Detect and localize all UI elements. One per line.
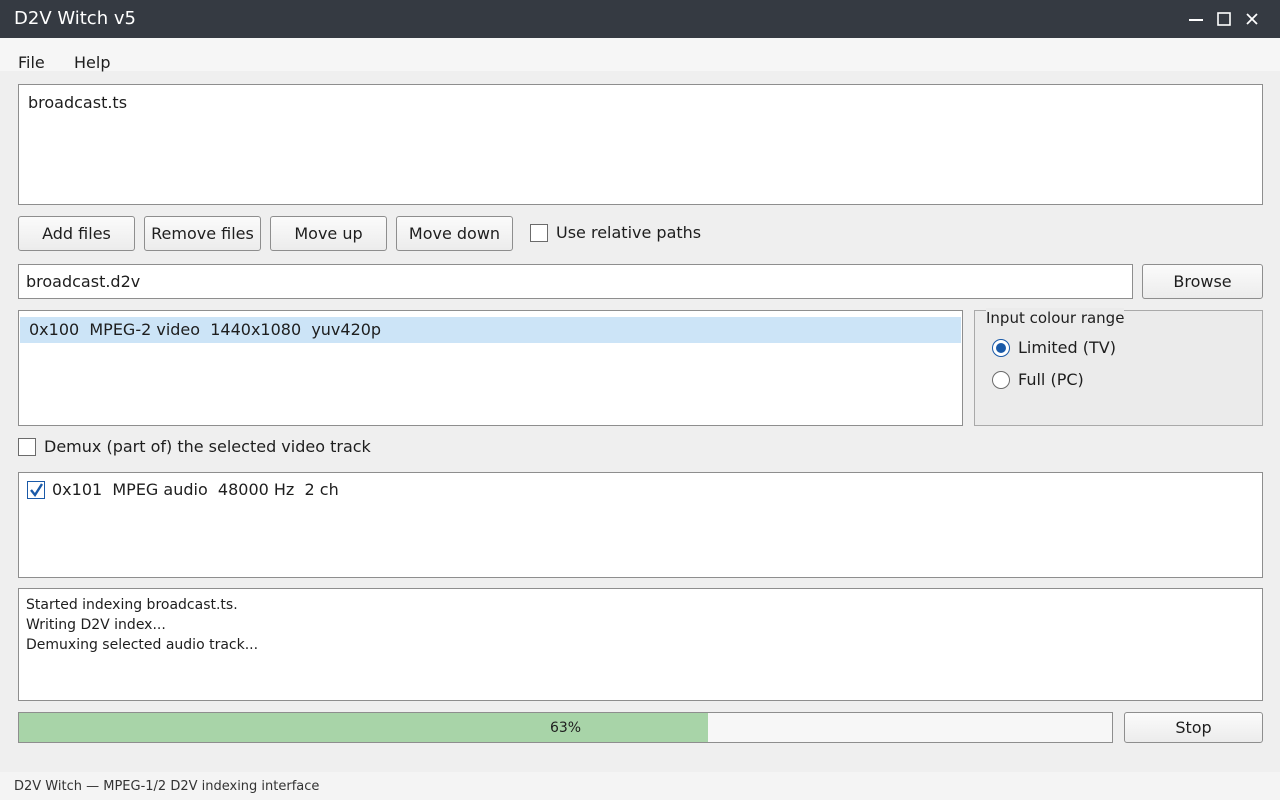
close-icon[interactable]	[1243, 10, 1261, 28]
remove-files-button[interactable]: Remove files	[144, 216, 261, 251]
input-files-list[interactable]: broadcast.ts	[18, 84, 1263, 205]
maximize-icon[interactable]	[1215, 10, 1233, 28]
limited-tv-radio[interactable]	[992, 339, 1010, 357]
progress-label: 63%	[549, 720, 582, 736]
add-files-button[interactable]: Add files	[18, 216, 135, 251]
log-output[interactable]: Started indexing broadcast.ts. Writing D…	[18, 588, 1263, 701]
log-line: Demuxing selected audio track...	[26, 637, 259, 653]
full-pc-radio[interactable]	[992, 371, 1010, 389]
status-text: D2V Witch — MPEG-1/2 D2V indexing interf…	[14, 779, 320, 794]
log-line: Started indexing broadcast.ts.	[26, 597, 238, 613]
menu-help[interactable]: Help	[74, 54, 110, 72]
video-tracks-list[interactable]: 0x100 MPEG-2 video 1440x1080 yuv420p	[18, 310, 963, 426]
audio-tracks-list[interactable]: 0x101 MPEG audio 48000 Hz 2 ch	[18, 472, 1263, 578]
stop-button[interactable]: Stop	[1124, 712, 1263, 743]
checkmark-icon	[30, 483, 44, 498]
status-bar: D2V Witch — MPEG-1/2 D2V indexing interf…	[0, 772, 1280, 800]
menu-bar: File Help	[0, 38, 1280, 72]
move-down-button[interactable]: Move down	[396, 216, 513, 251]
colour-range-group: Input colour range Limited (TV) Full (PC…	[974, 308, 1263, 426]
colour-range-title: Input colour range	[986, 308, 1125, 328]
minimize-icon[interactable]	[1187, 10, 1205, 28]
demux-video-label: Demux (part of) the selected video track	[44, 437, 371, 456]
table-row[interactable]: 0x100 MPEG-2 video 1440x1080 yuv420p	[20, 317, 961, 343]
demux-video-checkbox[interactable]	[18, 438, 36, 456]
full-pc-label: Full (PC)	[1018, 370, 1084, 389]
audio-track-label: 0x101 MPEG audio 48000 Hz 2 ch	[52, 480, 339, 499]
output-file-field[interactable]	[18, 264, 1133, 299]
relative-paths-label: Use relative paths	[556, 223, 702, 242]
list-item[interactable]: broadcast.ts	[28, 93, 127, 113]
relative-paths-checkbox[interactable]	[530, 224, 548, 242]
limited-tv-label: Limited (TV)	[1018, 338, 1116, 357]
browse-button[interactable]: Browse	[1142, 264, 1263, 299]
log-line: Writing D2V index...	[26, 617, 166, 633]
title-bar: D2V Witch v5	[0, 0, 1280, 38]
video-track-label: 0x100 MPEG-2 video 1440x1080 yuv420p	[29, 320, 382, 339]
window-title: D2V Witch v5	[14, 8, 136, 29]
move-up-button[interactable]: Move up	[270, 216, 387, 251]
menu-file[interactable]: File	[18, 54, 45, 72]
audio-track-checkbox[interactable]	[27, 481, 45, 499]
progress-bar: 63%	[18, 712, 1113, 743]
